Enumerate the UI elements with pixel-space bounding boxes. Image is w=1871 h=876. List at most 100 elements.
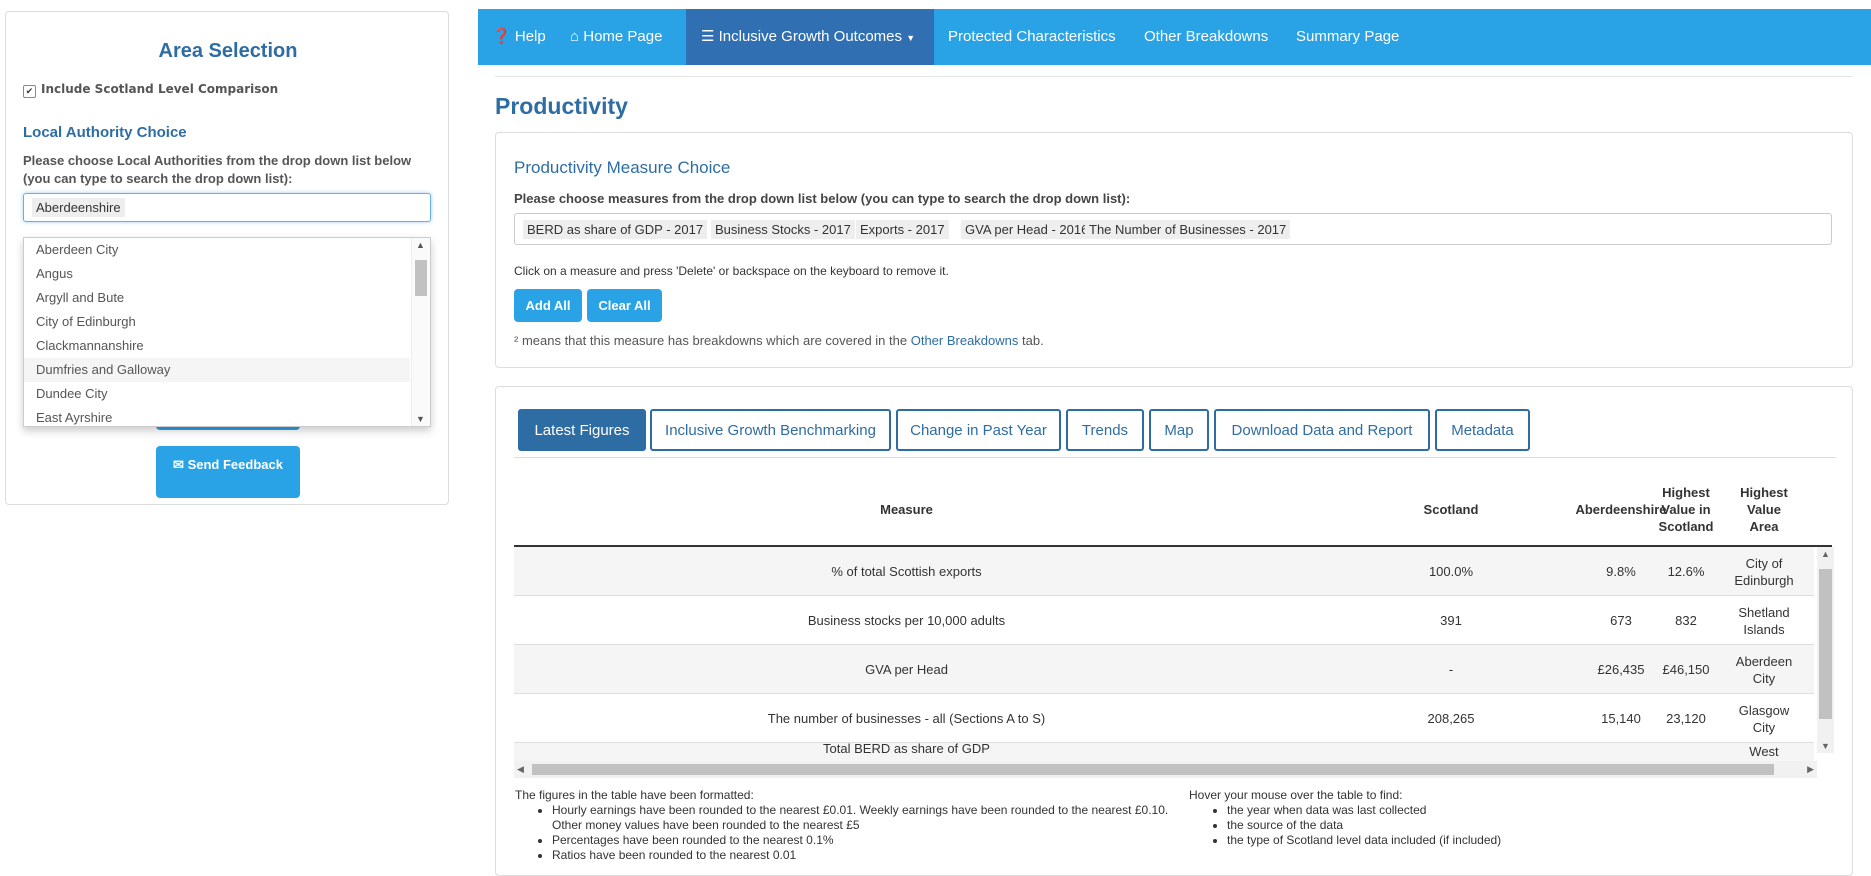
scroll-down-arrow-icon[interactable]: ▼ <box>416 414 425 424</box>
question-circle-icon: ❓ <box>492 28 511 45</box>
cell-highest-area: Aberdeen City <box>1735 653 1793 686</box>
measure-chip[interactable]: The Number of Businesses - 2017 <box>1085 220 1291 239</box>
formatting-note-title: The figures in the table have been forma… <box>515 788 754 802</box>
hover-note-title: Hover your mouse over the table to find: <box>1189 788 1403 802</box>
envelope-icon: ✉ <box>173 457 184 472</box>
measure-chip[interactable]: Exports - 2017 <box>856 220 949 239</box>
cell-measure: GVA per Head <box>865 662 948 677</box>
column-header-scotland[interactable]: Scotland <box>1366 501 1536 518</box>
table-vertical-scrollbar[interactable]: ▲ ▼ <box>1817 547 1834 753</box>
tab-download-data-report[interactable]: Download Data and Report <box>1214 409 1430 451</box>
send-feedback-button[interactable]: ✉ Send Feedback <box>156 446 300 498</box>
scroll-up-arrow-icon[interactable]: ▲ <box>1821 549 1830 559</box>
nav-other-breakdowns[interactable]: Other Breakdowns <box>1144 9 1268 65</box>
nav-protected-characteristics[interactable]: Protected Characteristics <box>948 9 1116 65</box>
dropdown-option[interactable]: Dundee City <box>24 382 410 406</box>
table-row[interactable]: The number of businesses - all (Sections… <box>514 694 1814 743</box>
table-row[interactable]: % of total Scottish exports 100.0% 9.8% … <box>514 547 1814 596</box>
dropdown-scrollbar[interactable]: ▲ ▼ <box>411 238 430 426</box>
tab-change-in-past-year[interactable]: Change in Past Year <box>896 409 1061 451</box>
measure-chip[interactable]: BERD as share of GDP - 2017 <box>523 220 708 239</box>
cell-highest-value: 23,120 <box>1666 711 1706 726</box>
scotland-comparison-label[interactable]: Include Scotland Level Comparison <box>41 82 278 96</box>
table-vertical-scroll-thumb[interactable] <box>1819 569 1832 719</box>
dropdown-option[interactable]: Argyll and Bute <box>24 286 410 310</box>
formatting-note-list: Hourly earnings have been rounded to the… <box>552 803 1172 863</box>
table-horizontal-scroll-thumb[interactable] <box>532 764 1774 775</box>
dropdown-option[interactable]: City of Edinburgh <box>24 310 410 334</box>
nav-home-label: Home Page <box>583 28 663 45</box>
local-authority-instructions: Please choose Local Authorities from the… <box>23 153 412 186</box>
page-title: Productivity <box>495 93 628 119</box>
dropdown-option[interactable]: East Ayrshire <box>24 406 410 426</box>
divider <box>514 457 1836 458</box>
hover-note-item: the source of the data <box>1227 818 1627 833</box>
cell-highest-area: West <box>1749 744 1779 759</box>
table-horizontal-scrollbar[interactable]: ◀ ▶ <box>514 761 1817 778</box>
cell-measure: Total BERD as share of GDP <box>823 743 990 756</box>
selected-authority-chip[interactable]: Aberdeenshire <box>32 198 125 217</box>
clear-all-button[interactable]: Clear All <box>587 289 662 322</box>
cell-highest-value: 832 <box>1675 613 1697 628</box>
nav-summary-page[interactable]: Summary Page <box>1296 9 1399 65</box>
nav-inclusive-growth-outcomes[interactable]: ☰ Inclusive Growth Outcomes ▼ <box>686 9 934 65</box>
scroll-right-arrow-icon[interactable]: ▶ <box>1807 764 1814 775</box>
cell-measure: Business stocks per 10,000 adults <box>807 613 1006 628</box>
formatting-note-item: Percentages have been rounded to the nea… <box>552 833 1172 848</box>
divider <box>495 76 1853 77</box>
table-row[interactable]: GVA per Head - £26,435 £46,150 Aberdeen … <box>514 645 1814 694</box>
scroll-left-arrow-icon[interactable]: ◀ <box>517 764 524 775</box>
formatting-note-item: Ratios have been rounded to the nearest … <box>552 848 1172 863</box>
hover-note-item: the year when data was last collected <box>1227 803 1627 818</box>
dropdown-option[interactable]: Clackmannanshire <box>24 334 410 358</box>
delete-hint: Click on a measure and press 'Delete' or… <box>514 264 949 278</box>
table-row-partial[interactable]: Total BERD as share of GDP West <box>514 743 1814 761</box>
column-header-highest-value[interactable]: Highest Value in Scotland <box>1646 484 1726 535</box>
breakdown-note-text: ² means that this measure has breakdowns… <box>514 333 908 348</box>
area-selection-title: Area Selection <box>158 40 298 62</box>
measure-chip[interactable]: GVA per Head - 2016 <box>961 220 1093 239</box>
scotland-comparison-checkbox[interactable]: ✔ <box>23 85 36 98</box>
scroll-up-arrow-icon[interactable]: ▲ <box>416 240 425 250</box>
cell-scotland: - <box>1448 662 1454 677</box>
tab-trends[interactable]: Trends <box>1066 409 1144 451</box>
local-authority-select[interactable]: Aberdeenshire <box>23 193 431 222</box>
caret-down-icon: ▼ <box>906 33 916 43</box>
measure-choice-heading: Productivity Measure Choice <box>514 158 731 177</box>
cell-scotland: 100.0% <box>1428 564 1474 579</box>
breakdown-note-suffix: tab. <box>1022 333 1044 348</box>
dropdown-scroll-thumb[interactable] <box>415 260 427 296</box>
column-header-highest-area[interactable]: Highest Value Area <box>1732 484 1796 535</box>
breakdown-note: ² means that this measure has breakdowns… <box>514 333 1044 348</box>
table-row[interactable]: Business stocks per 10,000 adults 391 67… <box>514 596 1814 645</box>
list-icon: ☰ <box>701 28 715 45</box>
nav-inclusive-growth-label: Inclusive Growth Outcomes <box>718 28 903 45</box>
tab-latest-figures[interactable]: Latest Figures <box>518 409 646 451</box>
tab-map[interactable]: Map <box>1149 409 1209 451</box>
hover-note-list: the year when data was last collected th… <box>1227 803 1627 848</box>
measure-chip[interactable]: Business Stocks - 2017 <box>711 220 855 239</box>
other-breakdowns-link[interactable]: Other Breakdowns <box>911 333 1019 348</box>
scroll-down-arrow-icon[interactable]: ▼ <box>1821 741 1830 751</box>
cell-scotland: 208,265 <box>1427 711 1475 726</box>
column-header-measure[interactable]: Measure <box>514 501 1299 518</box>
cell-highest-area: City of Edinburgh <box>1734 555 1794 588</box>
measure-choice-panel: Productivity Measure Choice Please choos… <box>495 132 1853 368</box>
cell-measure: % of total Scottish exports <box>831 564 982 579</box>
dropdown-option[interactable]: Angus <box>24 262 410 286</box>
authority-dropdown-list[interactable]: Aberdeen City Angus Argyll and Bute City… <box>23 237 431 427</box>
cell-highest-area: Shetland Islands <box>1738 604 1790 637</box>
tab-metadata[interactable]: Metadata <box>1435 409 1530 451</box>
dropdown-option-hovered[interactable]: Dumfries and Galloway <box>24 358 410 382</box>
local-authority-heading: Local Authority Choice <box>23 124 187 141</box>
nav-home[interactable]: ⌂ Home Page <box>570 9 680 65</box>
nav-help-label: Help <box>514 28 546 45</box>
cell-measure: The number of businesses - all (Sections… <box>767 711 1046 726</box>
dropdown-option[interactable]: Aberdeen City <box>24 238 410 262</box>
cell-highest-value: 12.6% <box>1667 564 1705 579</box>
add-all-button[interactable]: Add All <box>514 289 582 322</box>
nav-help[interactable]: ❓ Help <box>492 9 552 65</box>
measure-multiselect[interactable]: BERD as share of GDP - 2017 Business Sto… <box>514 213 1832 245</box>
tab-inclusive-growth-benchmarking[interactable]: Inclusive Growth Benchmarking <box>650 409 891 451</box>
top-navbar: ❓ Help ⌂ Home Page ☰ Inclusive Growth Ou… <box>478 9 1871 65</box>
